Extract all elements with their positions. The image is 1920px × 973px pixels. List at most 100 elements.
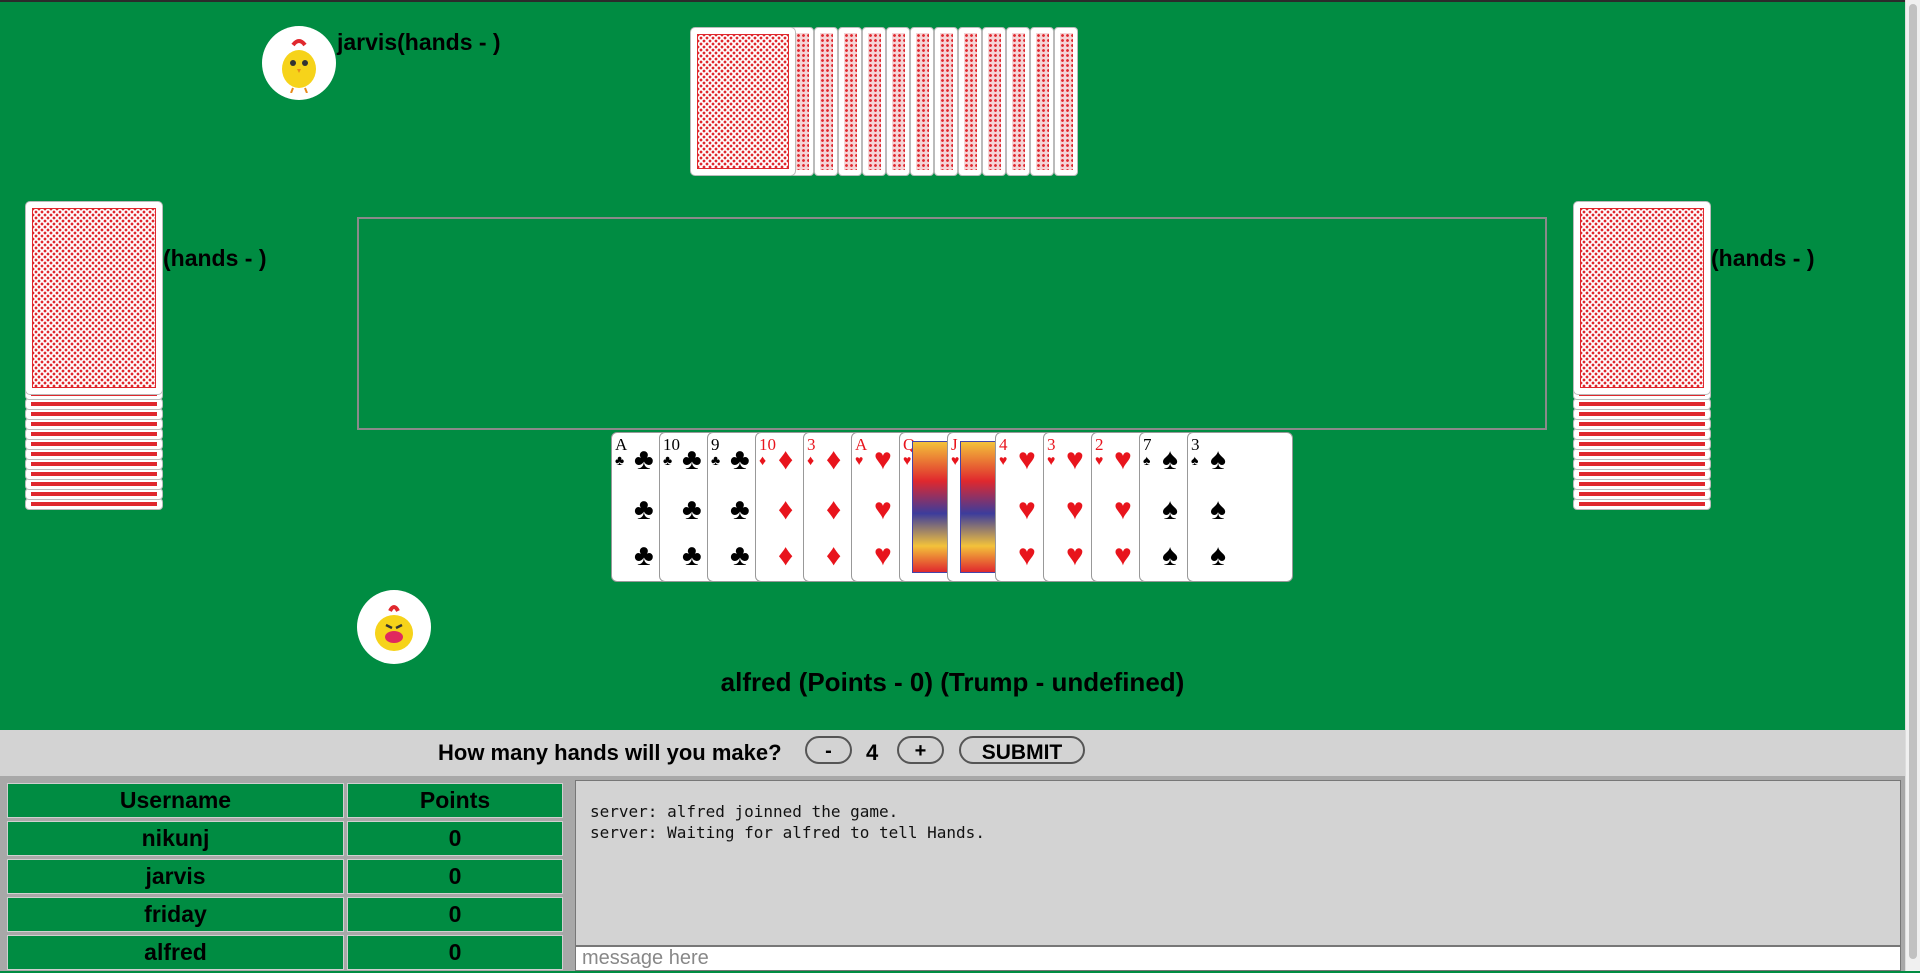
card-pip: ♥	[1066, 443, 1084, 476]
card-suit: ♠	[1143, 452, 1151, 468]
card-pip: ♣	[634, 493, 654, 526]
chat-message: server: alfred joinned the game.	[590, 802, 899, 821]
card-pip: ♦	[826, 539, 842, 572]
card-pip: ♥	[1114, 539, 1132, 572]
card-pip: ♠	[1210, 443, 1226, 476]
scoreboard-table: Username Points nikunj 0 jarvis 0 friday…	[4, 780, 566, 973]
increase-bid-button[interactable]: +	[897, 736, 944, 764]
card-rank: 7	[1143, 435, 1152, 454]
card-back	[25, 201, 163, 395]
card-pip: ♦	[778, 443, 794, 476]
bid-bar: How many hands will you make? - 4 + SUBM…	[0, 730, 1905, 776]
card-back	[1573, 201, 1711, 395]
card-rank: A	[855, 435, 868, 454]
card-pip: ♦	[778, 539, 794, 572]
card-pip: ♦	[778, 493, 794, 526]
card-pip: ♥	[1114, 493, 1132, 526]
trick-play-area	[357, 217, 1547, 430]
card-back	[958, 27, 982, 176]
card-pip: ♣	[730, 493, 750, 526]
card-pip: ♦	[826, 493, 842, 526]
table-row: alfred 0	[7, 935, 563, 970]
card-pip: ♥	[1018, 443, 1036, 476]
chick-icon	[375, 605, 413, 651]
card-suit: ♣	[711, 452, 721, 468]
card-pip: ♣	[730, 443, 750, 476]
page-scrollbar[interactable]	[1905, 0, 1920, 971]
username-cell: nikunj	[7, 821, 344, 856]
card-pip: ♠	[1162, 493, 1178, 526]
username-cell: alfred	[7, 935, 344, 970]
card-back	[1054, 27, 1078, 176]
card-pip: ♥	[1018, 539, 1036, 572]
right-player-label: (hands - )	[1711, 245, 1815, 271]
card-back	[814, 27, 838, 176]
points-cell: 0	[347, 859, 563, 894]
card-back	[1030, 27, 1054, 176]
card-pip: ♣	[730, 539, 750, 572]
avatar-me	[357, 590, 431, 664]
card-suit: ♦	[759, 452, 767, 468]
card-pip: ♥	[874, 493, 892, 526]
bottom-panel: Username Points nikunj 0 jarvis 0 friday…	[0, 776, 1905, 971]
points-cell: 0	[347, 897, 563, 932]
card-pip: ♣	[682, 539, 702, 572]
card-pip: ♥	[1114, 443, 1132, 476]
my-status: alfred (Points - 0) (Trump - undefined)	[720, 667, 1185, 697]
table-row: nikunj 0	[7, 821, 563, 856]
avatar-top-player	[262, 26, 336, 100]
left-player-label: (hands - )	[163, 245, 267, 271]
card-pip: ♥	[874, 443, 892, 476]
card-pip: ♣	[682, 443, 702, 476]
card-rank: 3	[1047, 435, 1056, 454]
card-rank: 2	[1095, 435, 1104, 454]
header-username: Username	[7, 783, 344, 818]
card-suit: ♥	[999, 452, 1008, 468]
card-pip: ♥	[1018, 493, 1036, 526]
card-rank: 10	[663, 435, 680, 454]
card-suit: ♥	[903, 452, 912, 468]
chick-icon	[282, 39, 316, 93]
card-pip: ♠	[1210, 539, 1226, 572]
card-suit: ♣	[663, 452, 673, 468]
card-back	[934, 27, 958, 176]
chat-message: server: Waiting for alfred to tell Hands…	[590, 823, 985, 842]
card-suit: ♦	[807, 452, 815, 468]
card-pip: ♥	[874, 539, 892, 572]
username-cell: jarvis	[7, 859, 344, 894]
card-rank: 3	[807, 435, 816, 454]
card-pip: ♠	[1162, 539, 1178, 572]
card-suit: ♥	[951, 452, 960, 468]
message-input[interactable]	[575, 946, 1901, 971]
chat-log[interactable]: server: alfred joinned the game. server: …	[575, 780, 1901, 946]
card-pip: ♣	[634, 539, 654, 572]
submit-bid-button[interactable]: SUBMIT	[959, 736, 1085, 764]
card-rank: 4	[999, 435, 1008, 454]
card-suit: ♥	[1047, 452, 1056, 468]
card-back	[862, 27, 886, 176]
header-points: Points	[347, 783, 563, 818]
decrease-bid-button[interactable]: -	[805, 736, 852, 764]
bid-value: 4	[866, 740, 879, 765]
scrollbar-thumb[interactable]	[1909, 4, 1917, 959]
points-cell: 0	[347, 935, 563, 970]
card-suit: ♣	[615, 452, 625, 468]
bid-question: How many hands will you make?	[438, 740, 782, 765]
card-rank: J	[951, 435, 958, 454]
username-cell: friday	[7, 897, 344, 932]
table-row: friday 0	[7, 897, 563, 932]
card-rank: A	[615, 435, 628, 454]
card-rank: 3	[1191, 435, 1200, 454]
hand-card[interactable]: 3 ♠ ♠ ♠ ♠	[1187, 432, 1293, 582]
card-suit: ♥	[855, 452, 864, 468]
card-pip: ♥	[1066, 493, 1084, 526]
top-player-label: jarvis(hands - )	[337, 29, 501, 55]
card-pip: ♣	[634, 443, 654, 476]
card-pip: ♠	[1210, 493, 1226, 526]
card-suit: ♥	[1095, 452, 1104, 468]
card-back	[910, 27, 934, 176]
card-back	[982, 27, 1006, 176]
face-card-art	[960, 441, 1000, 573]
scoreboard-header-row: Username Points	[7, 783, 563, 818]
card-rank: 10	[759, 435, 776, 454]
